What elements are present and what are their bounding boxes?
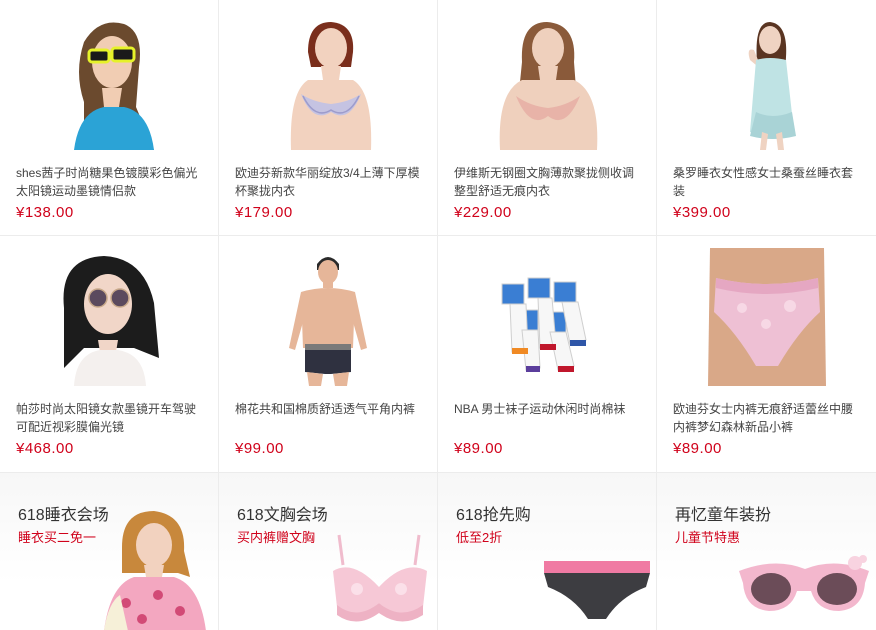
promo-row: 618睡衣会场 睡衣买二免一 618文胸会场 买内裤赠文胸 618抢先购 低至2…	[0, 473, 876, 630]
bra-model-photo[interactable]	[482, 12, 612, 150]
product-card[interactable]: 伊维斯无钢圈文胸薄款聚拢侧收调整型舒适无痕内衣 ¥229.00	[438, 0, 657, 236]
promo-title[interactable]: 618抢先购	[456, 501, 531, 525]
pink-bra-photo[interactable]	[327, 531, 437, 629]
bra-model-photo[interactable]	[263, 12, 393, 150]
sunglasses-model-photo[interactable]	[44, 12, 174, 150]
product-name[interactable]: 欧迪芬女士内裤无痕舒适蕾丝中腰内裤梦幻森林新品小裤	[673, 400, 862, 436]
promo-card[interactable]: 618睡衣会场 睡衣买二免一	[0, 473, 219, 630]
promo-card[interactable]: 再忆童年装扮 儿童节特惠	[657, 473, 876, 630]
sunglasses-model-photo[interactable]	[44, 248, 174, 386]
product-card[interactable]: 棉花共和国棉质舒适透气平角内裤 ¥99.00	[219, 236, 438, 473]
briefs-photo[interactable]	[540, 557, 654, 625]
panties-model-photo[interactable]	[702, 248, 832, 386]
product-card[interactable]: 欧迪芬女士内裤无痕舒适蕾丝中腰内裤梦幻森林新品小裤 ¥89.00	[657, 236, 876, 473]
product-price: ¥179.00	[235, 204, 293, 221]
product-card[interactable]: 欧迪芬新款华丽绽放3/4上薄下厚模杯聚拢内衣 ¥179.00	[219, 0, 438, 236]
product-name[interactable]: 帕莎时尚太阳镜女款墨镜开车驾驶可配近视彩膜偏光镜	[16, 400, 204, 436]
product-price: ¥89.00	[454, 440, 503, 457]
product-name[interactable]: 欧迪芬新款华丽绽放3/4上薄下厚模杯聚拢内衣	[235, 164, 423, 200]
product-card[interactable]: NBA 男士袜子运动休闲时尚棉袜 ¥89.00	[438, 236, 657, 473]
kids-sunglasses-photo[interactable]	[735, 549, 873, 621]
product-row: shes茜子时尚糖果色镀膜彩色偏光太阳镜运动墨镜情侣款 ¥138.00 欧迪芬新…	[0, 0, 876, 236]
product-price: ¥468.00	[16, 440, 74, 457]
promo-subtitle[interactable]: 低至2折	[456, 527, 502, 546]
product-price: ¥138.00	[16, 204, 74, 221]
promo-title[interactable]: 再忆童年装扮	[675, 501, 771, 525]
sleepwear-model-photo[interactable]	[702, 12, 832, 150]
product-row: 帕莎时尚太阳镜女款墨镜开车驾驶可配近视彩膜偏光镜 ¥468.00 棉花共和国棉质…	[0, 236, 876, 473]
product-card[interactable]: shes茜子时尚糖果色镀膜彩色偏光太阳镜运动墨镜情侣款 ¥138.00	[0, 0, 219, 236]
product-price: ¥99.00	[235, 440, 284, 457]
product-name[interactable]: shes茜子时尚糖果色镀膜彩色偏光太阳镜运动墨镜情侣款	[16, 164, 204, 200]
product-grid: shes茜子时尚糖果色镀膜彩色偏光太阳镜运动墨镜情侣款 ¥138.00 欧迪芬新…	[0, 0, 876, 630]
product-card[interactable]: 帕莎时尚太阳镜女款墨镜开车驾驶可配近视彩膜偏光镜 ¥468.00	[0, 236, 219, 473]
product-card[interactable]: 桑罗睡衣女性感女士桑蚕丝睡衣套装 ¥399.00	[657, 0, 876, 236]
product-price: ¥89.00	[673, 440, 722, 457]
product-name[interactable]: NBA 男士袜子运动休闲时尚棉袜	[454, 400, 642, 436]
product-name[interactable]: 伊维斯无钢圈文胸薄款聚拢侧收调整型舒适无痕内衣	[454, 164, 642, 200]
promo-title[interactable]: 618文胸会场	[237, 501, 328, 525]
product-price: ¥229.00	[454, 204, 512, 221]
pajamas-model-photo[interactable]	[82, 507, 214, 630]
promo-subtitle[interactable]: 儿童节特惠	[675, 527, 740, 546]
boxer-model-photo[interactable]	[263, 248, 393, 386]
socks-photo[interactable]	[482, 248, 612, 386]
product-name[interactable]: 棉花共和国棉质舒适透气平角内裤	[235, 400, 423, 436]
product-price: ¥399.00	[673, 204, 731, 221]
promo-card[interactable]: 618抢先购 低至2折	[438, 473, 657, 630]
product-name[interactable]: 桑罗睡衣女性感女士桑蚕丝睡衣套装	[673, 164, 862, 200]
promo-card[interactable]: 618文胸会场 买内裤赠文胸	[219, 473, 438, 630]
promo-subtitle[interactable]: 买内裤赠文胸	[237, 527, 315, 546]
